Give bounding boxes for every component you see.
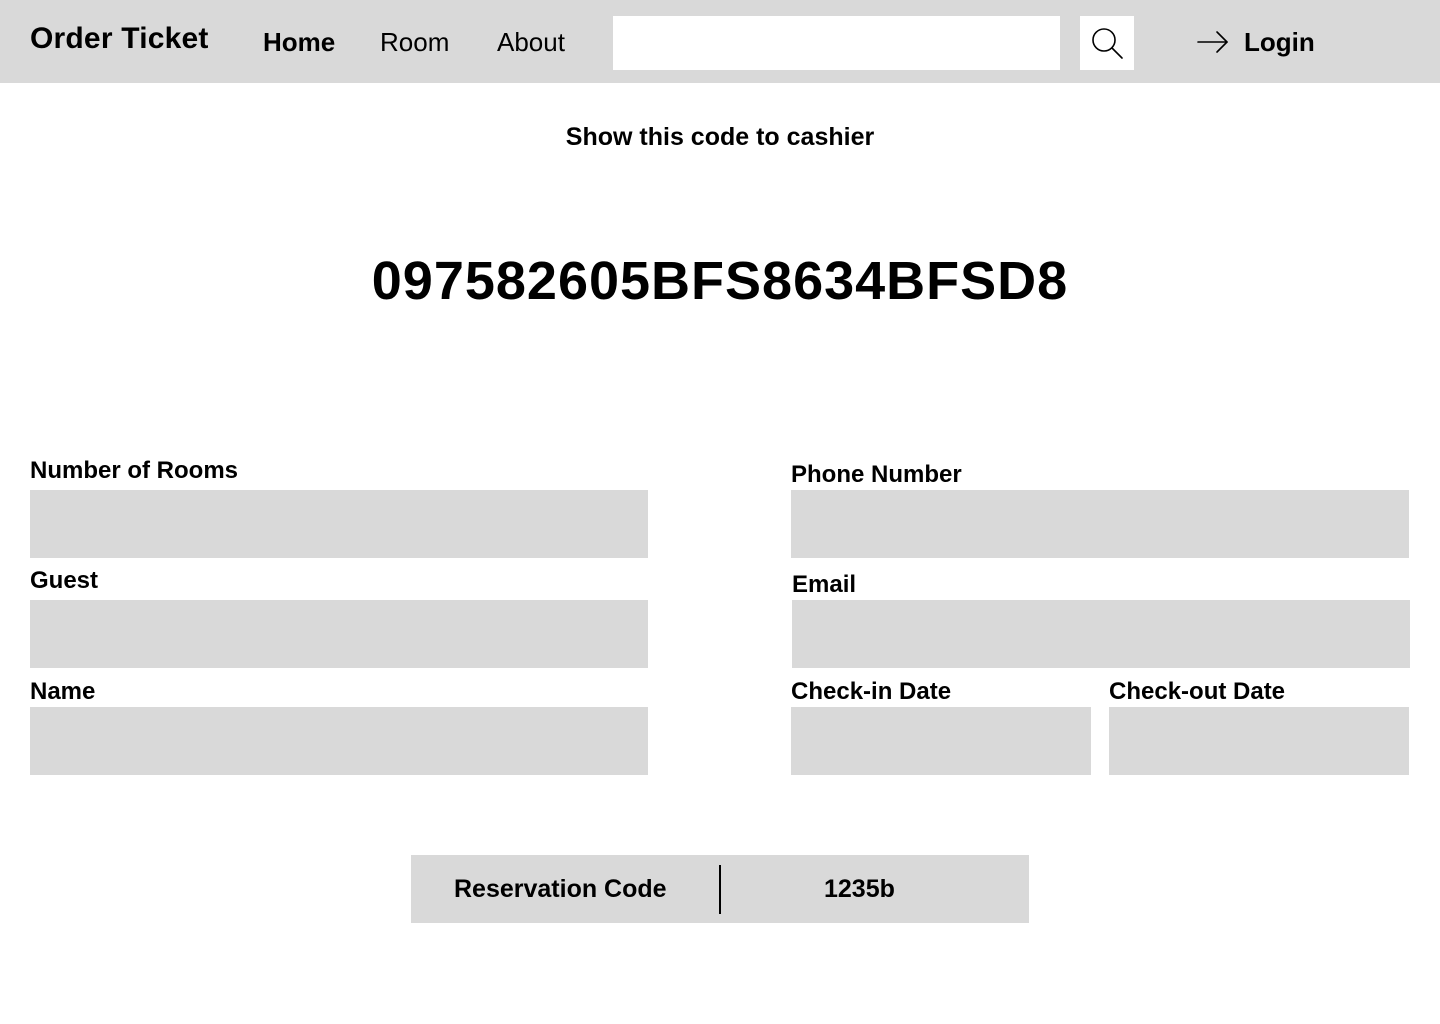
login-label: Login (1244, 26, 1315, 57)
name-field[interactable] (30, 707, 648, 775)
check-out-date-field[interactable] (1109, 707, 1409, 775)
check-in-date-field[interactable] (791, 707, 1091, 775)
reservation-code-label: Reservation Code (454, 875, 667, 903)
guest-field[interactable] (30, 600, 648, 668)
check-out-date-label: Check-out Date (1109, 678, 1286, 705)
brand-title: Order Ticket (30, 22, 209, 55)
arrow-right-icon (1197, 31, 1228, 53)
search-input[interactable] (613, 16, 1060, 70)
reservation-code-value: 1235b (824, 875, 895, 903)
check-in-date-label: Check-in Date (791, 678, 952, 705)
search-icon (1092, 28, 1123, 59)
nav-link-about[interactable]: About (497, 27, 565, 58)
nav-link-home[interactable]: Home (263, 27, 335, 58)
ticket-code: 097582605BFS8634BFSD8 (371, 251, 1069, 311)
phone-number-label: Phone Number (791, 461, 962, 488)
email-field[interactable] (792, 600, 1410, 668)
email-label: Email (792, 571, 857, 598)
reservation-code-divider (719, 865, 721, 914)
login-button[interactable]: Login (1196, 24, 1315, 60)
number-of-rooms-field[interactable] (30, 490, 648, 558)
name-label: Name (30, 678, 96, 705)
instruction-text: Show this code to cashier (565, 123, 875, 151)
reservation-code-box: Reservation Code 1235b (411, 855, 1029, 923)
search-button[interactable] (1080, 16, 1134, 70)
guest-label: Guest (30, 567, 99, 594)
phone-number-field[interactable] (791, 490, 1409, 558)
top-navbar: Order Ticket Home Room About Login (0, 0, 1440, 83)
number-of-rooms-label: Number of Rooms (30, 457, 239, 484)
nav-link-room[interactable]: Room (380, 27, 449, 58)
